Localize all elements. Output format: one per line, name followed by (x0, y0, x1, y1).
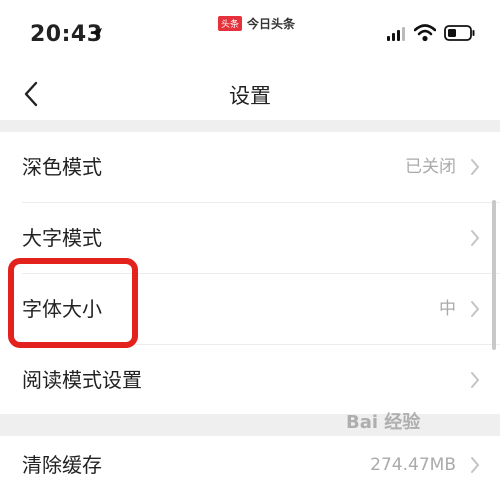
cache-size-value: 274.47MB (370, 455, 456, 475)
font-size-row[interactable]: 字体大小 中 (0, 274, 500, 344)
chevron-right-icon (471, 230, 480, 246)
cellular-signal-icon (387, 27, 405, 41)
watermark: Bai 经验 (346, 412, 421, 433)
settings-list-storage: 清除缓存 274.47MB (0, 436, 500, 477)
chevron-right-icon (471, 372, 480, 388)
chevron-right-icon (471, 159, 480, 175)
dark-mode-row[interactable]: 深色模式 已关闭 (0, 132, 500, 202)
chevron-right-icon (471, 457, 480, 473)
chevron-right-icon (471, 301, 480, 317)
section-divider (0, 120, 500, 132)
reading-mode-settings-row[interactable]: 阅读模式设置 (0, 345, 500, 415)
brand-badge: 头条 (218, 16, 243, 31)
location-arrow-icon (90, 28, 102, 40)
settings-list: 深色模式 已关闭 大字模式 字体大小 中 阅读模式设置 (0, 132, 500, 414)
page-title: 设置 (229, 84, 271, 108)
reading-mode-settings-label: 阅读模式设置 (22, 368, 142, 392)
nav-bar: 设置 (0, 68, 500, 120)
font-size-label: 字体大小 (22, 297, 102, 321)
brand-name: 今日头条 (247, 17, 296, 31)
large-text-mode-label: 大字模式 (22, 226, 102, 250)
large-text-mode-row[interactable]: 大字模式 (0, 203, 500, 273)
wifi-icon (414, 24, 436, 42)
status-bar: 20:43 头条 今日头条 (0, 0, 500, 68)
brand-label: 头条 今日头条 (218, 15, 295, 32)
clear-cache-label: 清除缓存 (22, 453, 102, 477)
dark-mode-value: 已关闭 (405, 157, 456, 177)
scrollbar[interactable] (492, 200, 496, 350)
battery-icon (444, 25, 475, 41)
dark-mode-label: 深色模式 (22, 155, 102, 179)
font-size-value: 中 (439, 299, 456, 319)
clear-cache-row[interactable]: 清除缓存 274.47MB (0, 430, 500, 500)
